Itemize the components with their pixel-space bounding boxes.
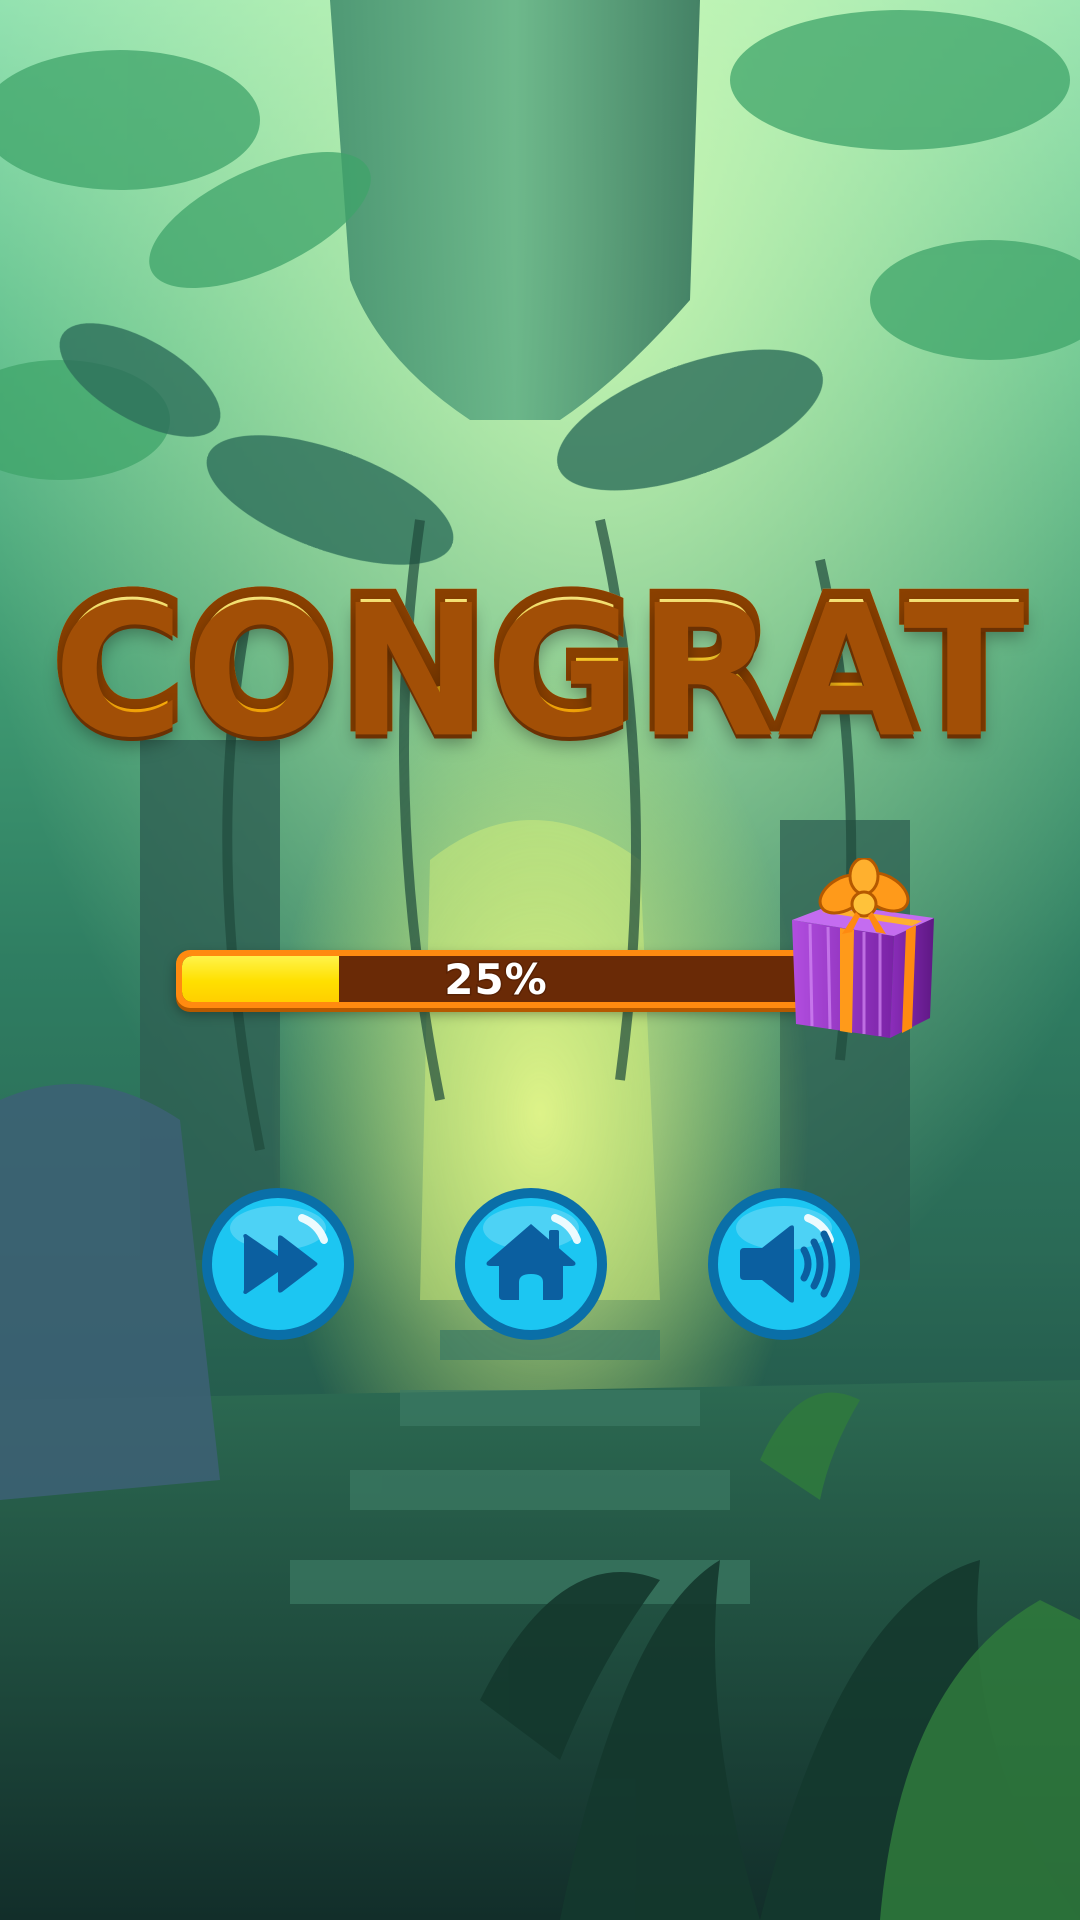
next-button[interactable] bbox=[198, 1184, 358, 1344]
progress-bar: 25% bbox=[176, 950, 816, 1008]
title-banner: CONGRAT bbox=[0, 557, 1080, 770]
progress-label: 25% bbox=[443, 956, 549, 1002]
gift-box-icon bbox=[792, 858, 934, 1038]
progress-track: 25% bbox=[182, 956, 810, 1002]
home-icon bbox=[455, 1188, 607, 1340]
sound-button[interactable] bbox=[704, 1184, 864, 1344]
speaker-icon bbox=[708, 1188, 860, 1340]
page-title: CONGRAT bbox=[48, 557, 1029, 770]
game-screen: CONGRAT 25% bbox=[0, 0, 1080, 1920]
fast-forward-icon bbox=[202, 1188, 354, 1340]
home-button[interactable] bbox=[451, 1184, 611, 1344]
